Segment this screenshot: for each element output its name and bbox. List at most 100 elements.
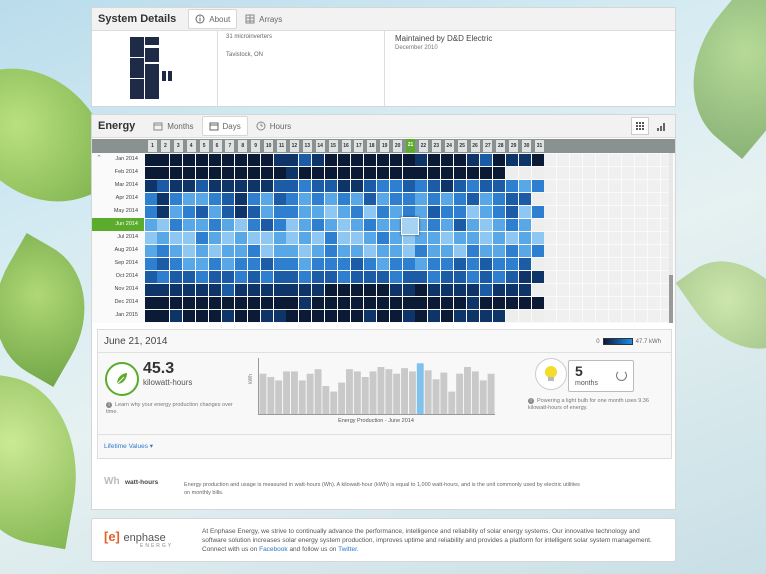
chart-bar-day-2[interactable] [267,377,275,414]
heatmap-cell[interactable] [376,153,389,166]
heatmap-cell[interactable] [299,257,312,270]
tab-about[interactable]: About [188,9,238,29]
heatmap-cell[interactable] [467,153,479,166]
heatmap-cell[interactable] [247,244,260,257]
heatmap-cell[interactable] [144,153,157,166]
heatmap-cell[interactable] [376,244,389,257]
heatmap-cell[interactable] [376,166,389,179]
heatmap-cell[interactable] [157,270,170,283]
heatmap-cell[interactable] [415,244,428,257]
heatmap-cell[interactable] [492,296,505,309]
heatmap-cell[interactable] [415,153,428,166]
chart-bar-day-4[interactable] [283,371,290,414]
heatmap-cell[interactable] [363,309,376,322]
heatmap-cell[interactable] [428,179,441,192]
heatmap-cell[interactable] [170,257,183,270]
heatmap-cell[interactable] [312,296,325,309]
heatmap-cell[interactable] [492,205,505,218]
day-column-8[interactable]: 8 [238,140,248,152]
heatmap-cell[interactable] [234,309,247,322]
heatmap-cell[interactable] [479,309,492,322]
heatmap-scroll-thumb[interactable] [669,275,673,323]
heatmap-cell[interactable] [247,153,260,166]
heatmap-cell[interactable] [454,166,467,179]
day-column-2[interactable]: 2 [160,140,170,152]
heatmap-cell[interactable] [221,244,234,257]
month-row-label[interactable]: Apr 2014 [92,192,144,205]
month-row-label[interactable]: Mar 2014 [92,179,144,192]
heatmap-cell[interactable] [325,296,338,309]
heatmap-cell[interactable] [531,179,544,192]
heatmap-cell[interactable] [479,153,492,166]
heatmap-cell[interactable] [157,296,170,309]
heatmap-cell[interactable] [221,218,234,231]
chart-bar-day-29[interactable] [479,380,487,414]
heatmap-cell[interactable] [196,218,209,231]
day-column-9[interactable]: 9 [251,140,261,152]
heatmap-cell[interactable] [312,257,325,270]
heatmap-cell[interactable] [183,296,196,309]
day-column-15[interactable]: 15 [328,140,338,152]
heatmap-cell[interactable] [183,309,196,322]
heatmap-cell[interactable] [170,270,183,283]
heatmap-cell[interactable] [518,205,531,218]
heatmap-cell[interactable] [350,257,363,270]
heatmap-cell[interactable] [325,257,338,270]
heatmap-cell[interactable] [505,296,518,309]
heatmap-cell[interactable] [273,179,286,192]
chart-bar-day-10[interactable] [330,391,338,414]
heatmap-cell[interactable] [183,192,196,205]
twitter-link[interactable]: Twitter [338,546,357,553]
heatmap-cell[interactable] [492,231,505,244]
heatmap-cell[interactable] [376,309,389,322]
tab-arrays[interactable]: Arrays [239,10,288,28]
heatmap-cell[interactable] [157,166,170,179]
heatmap-cell[interactable] [299,179,312,192]
month-row-label[interactable]: Jan 2014 [92,153,144,166]
heatmap-cell[interactable] [518,244,531,257]
heatmap-cell[interactable] [363,244,376,257]
month-row-label[interactable]: May 2014 [92,205,144,218]
heatmap-cell[interactable] [402,244,415,257]
month-row-label[interactable]: Jul 2014 [92,231,144,244]
heatmap-cell[interactable] [312,283,325,296]
heatmap-cell[interactable] [196,231,209,244]
heatmap-cell[interactable] [260,218,273,231]
heatmap-cell[interactable] [389,257,402,270]
heatmap-cell[interactable] [221,205,234,218]
heatmap-cell[interactable] [144,205,157,218]
heatmap-cell[interactable] [312,166,325,179]
day-column-5[interactable]: 5 [199,140,209,152]
heatmap-cell[interactable] [325,309,338,322]
heatmap-cell[interactable] [286,309,299,322]
heatmap-cell[interactable] [505,218,518,231]
month-row-label[interactable]: Aug 2014 [92,244,144,257]
heatmap-cell[interactable] [454,309,467,322]
day-column-25[interactable]: 25 [457,140,467,152]
heatmap-cell[interactable] [247,231,260,244]
day-column-24[interactable]: 24 [444,140,454,152]
day-column-10[interactable]: 10 [264,140,274,152]
heatmap-cell[interactable] [196,296,209,309]
month-row-label[interactable]: Oct 2014 [92,270,144,283]
heatmap-cell[interactable] [363,192,376,205]
heatmap-cell[interactable] [441,166,454,179]
heatmap-cell[interactable] [183,244,196,257]
heatmap-cell[interactable] [260,179,273,192]
heatmap-cell[interactable] [479,257,492,270]
heatmap-cell[interactable] [234,231,247,244]
heatmap-cell[interactable] [234,270,247,283]
heatmap-cell[interactable] [518,192,531,205]
heatmap-cell[interactable] [312,231,325,244]
heatmap-cell[interactable] [338,179,350,192]
chart-bar-day-24[interactable] [440,372,448,414]
heatmap-cell[interactable] [479,244,492,257]
heatmap-cell[interactable] [454,205,467,218]
heatmap-cell[interactable] [454,231,467,244]
chart-bar-day-11[interactable] [338,382,346,414]
heatmap-cell[interactable] [467,179,479,192]
heatmap-cell[interactable] [221,179,234,192]
heatmap-cell[interactable] [467,270,479,283]
heatmap-cell[interactable] [338,270,350,283]
heatmap-cell[interactable] [338,218,350,231]
